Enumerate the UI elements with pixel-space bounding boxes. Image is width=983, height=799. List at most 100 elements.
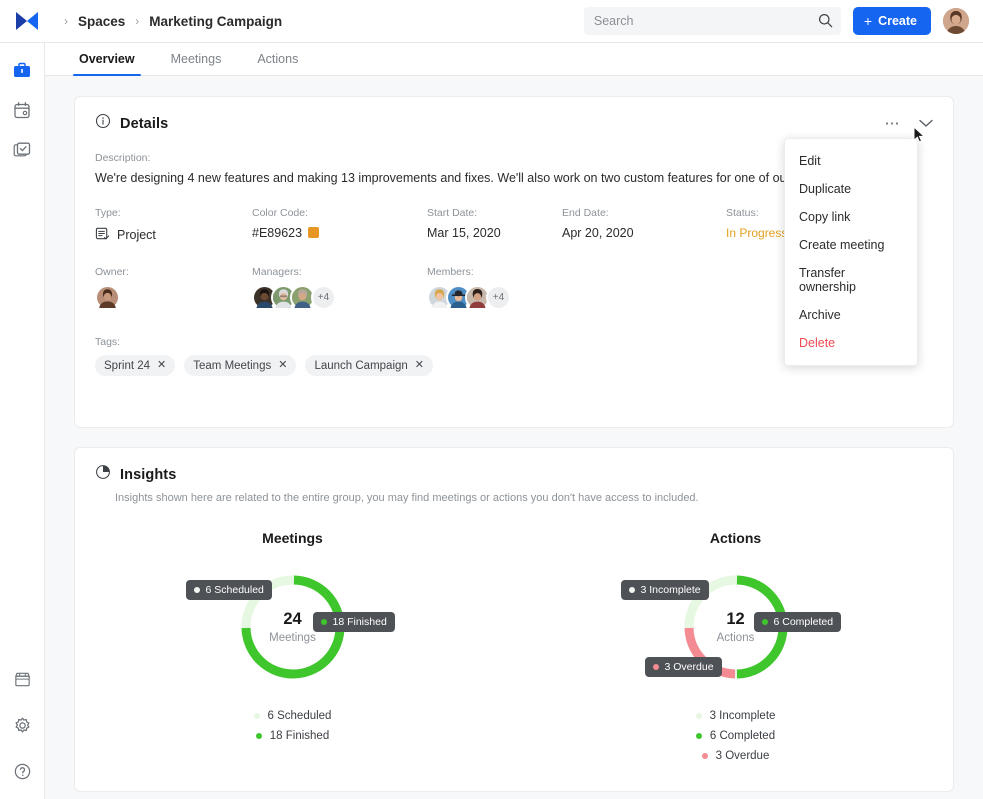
close-icon[interactable]: ✕: [415, 360, 424, 371]
actions-tooltip-overdue-label: 3 Overdue: [665, 661, 714, 673]
actions-chart-title: Actions: [621, 530, 851, 546]
actions-total-unit: Actions: [717, 632, 755, 644]
menu-item-transfer-ownership[interactable]: Transfer ownership: [785, 259, 917, 301]
meetings-tooltip-finished: 18 Finished: [313, 612, 395, 632]
field-type-value: Project: [117, 228, 156, 242]
tab-meetings[interactable]: Meetings: [153, 52, 240, 75]
menu-item-duplicate[interactable]: Duplicate: [785, 175, 917, 203]
members-label: Members:: [427, 266, 511, 278]
meetings-chart: Meetings 24 Meetings 6 Scheduled: [178, 530, 408, 762]
menu-item-copy-link[interactable]: Copy link: [785, 203, 917, 231]
insights-title: Insights: [120, 467, 176, 483]
field-status: Status: In Progress: [726, 207, 787, 244]
field-color-code: Color Code: #E89623: [252, 207, 427, 244]
legend-label: 18 Finished: [270, 730, 329, 742]
meetings-tooltip-scheduled: 6 Scheduled: [186, 580, 272, 600]
managers-overflow-count[interactable]: +4: [311, 285, 336, 310]
tag-chip[interactable]: Team Meetings ✕: [184, 355, 296, 376]
owner-label: Owner:: [95, 266, 252, 278]
meetings-total: 24: [283, 610, 301, 628]
actions-legend: 3 Incomplete 6 Completed 3 Overdue: [621, 710, 851, 762]
app-root: › Spaces › Marketing Campaign + Create: [0, 0, 983, 799]
actions-tooltip-overdue: 3 Overdue: [645, 657, 722, 677]
tag-label: Launch Campaign: [314, 360, 407, 372]
legend-item: 6 Scheduled: [254, 710, 332, 722]
meetings-total-unit: Meetings: [269, 632, 316, 644]
field-type: Type: Project: [95, 207, 252, 244]
help-icon[interactable]: [10, 759, 34, 783]
search-input[interactable]: [594, 14, 809, 28]
meetings-donut: 24 Meetings 6 Scheduled 18 Finished: [234, 568, 352, 686]
legend-dot: [762, 619, 768, 625]
search-box[interactable]: [584, 7, 841, 35]
legend-label: 3 Overdue: [716, 750, 770, 762]
tab-bar: Overview Meetings Actions: [45, 43, 983, 76]
owner-avatars: [95, 285, 252, 310]
managers-label: Managers:: [252, 266, 427, 278]
insights-card-header: Insights: [75, 448, 953, 485]
close-icon[interactable]: ✕: [278, 360, 287, 371]
close-icon[interactable]: ✕: [157, 360, 166, 371]
details-card-header: Details ⋯: [75, 97, 953, 134]
tag-chip[interactable]: Sprint 24 ✕: [95, 355, 175, 376]
meetings-tooltip-scheduled-label: 6 Scheduled: [206, 584, 264, 596]
owner-group: Owner:: [95, 266, 252, 310]
field-end-date-label: End Date:: [562, 207, 726, 219]
plus-icon: +: [864, 14, 872, 28]
more-horizontal-icon[interactable]: ⋯: [885, 121, 902, 127]
gear-icon[interactable]: [10, 713, 34, 737]
legend-dot: [702, 753, 708, 759]
field-color-code-value: #E89623: [252, 226, 302, 240]
members-overflow-count[interactable]: +4: [486, 285, 511, 310]
insights-subtitle: Insights shown here are related to the e…: [75, 485, 953, 504]
actions-donut: 12 Actions 3 Incomplete 6 Completed: [677, 568, 795, 686]
breadcrumb-root[interactable]: Spaces: [78, 14, 125, 29]
field-type-label: Type:: [95, 207, 252, 219]
legend-dot: [629, 587, 635, 593]
calendar-icon[interactable]: [10, 98, 34, 122]
tab-overview[interactable]: Overview: [61, 52, 153, 75]
actions-tooltip-incomplete: 3 Incomplete: [621, 580, 709, 600]
members-group: Members: +4: [427, 266, 511, 310]
field-color-code-value-wrap: #E89623: [252, 226, 427, 240]
search-icon[interactable]: [818, 13, 833, 33]
legend-dot: [194, 587, 200, 593]
tag-chip[interactable]: Launch Campaign ✕: [305, 355, 433, 376]
menu-item-edit[interactable]: Edit: [785, 147, 917, 175]
legend-label: 6 Scheduled: [268, 710, 332, 722]
actions-tooltip-completed-label: 6 Completed: [774, 616, 834, 628]
left-rail: [0, 43, 45, 799]
marketplace-icon[interactable]: [10, 667, 34, 691]
breadcrumb-current: Marketing Campaign: [149, 14, 282, 29]
tab-actions[interactable]: Actions: [239, 52, 316, 75]
members-avatars: +4: [427, 285, 511, 310]
legend-dot: [321, 619, 327, 625]
create-button-label: Create: [878, 14, 917, 28]
top-bar: › Spaces › Marketing Campaign + Create: [0, 0, 983, 43]
insights-card: Insights Insights shown here are related…: [74, 447, 954, 792]
legend-item: 3 Overdue: [702, 750, 770, 762]
menu-item-create-meeting[interactable]: Create meeting: [785, 231, 917, 259]
breadcrumb-separator-1: ›: [64, 14, 68, 28]
tag-label: Sprint 24: [104, 360, 150, 372]
app-logo-icon[interactable]: [14, 8, 40, 34]
actions-tooltip-incomplete-label: 3 Incomplete: [641, 584, 701, 596]
avatar[interactable]: [95, 285, 120, 310]
menu-item-archive[interactable]: Archive: [785, 301, 917, 329]
meetings-tooltip-finished-label: 18 Finished: [333, 616, 387, 628]
meetings-legend: 6 Scheduled 18 Finished: [178, 710, 408, 742]
meetings-chart-title: Meetings: [178, 530, 408, 546]
briefcase-icon[interactable]: [10, 58, 34, 82]
field-type-value-wrap: Project: [95, 226, 252, 244]
field-start-date: Start Date: Mar 15, 2020: [427, 207, 562, 244]
user-avatar[interactable]: [943, 8, 969, 34]
field-start-date-value: Mar 15, 2020: [427, 226, 562, 240]
legend-dot: [256, 733, 262, 739]
create-button[interactable]: + Create: [853, 7, 931, 35]
status-badge: In Progress: [726, 226, 787, 240]
menu-item-delete[interactable]: Delete: [785, 329, 917, 357]
actions-total: 12: [726, 610, 744, 628]
tasks-icon[interactable]: [10, 138, 34, 162]
info-icon: [95, 113, 111, 134]
details-context-menu: Edit Duplicate Copy link Create meeting …: [784, 138, 918, 366]
